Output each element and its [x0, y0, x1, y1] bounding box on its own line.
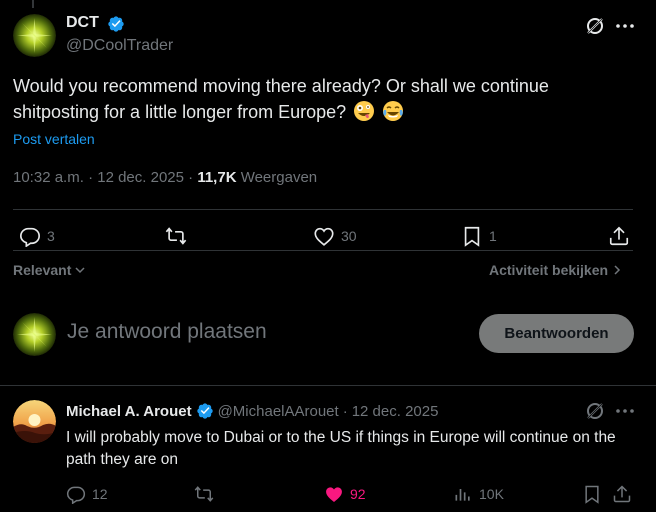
divider — [13, 250, 633, 251]
reply-date[interactable]: 12 dec. 2025 — [352, 403, 439, 420]
verified-badge-icon — [107, 15, 125, 33]
post-body: Would you recommend moving there already… — [13, 76, 549, 122]
bookmark-action-button[interactable]: 1 — [461, 225, 497, 247]
post-text: Would you recommend moving there already… — [13, 73, 633, 125]
reply-header: Michael A. Arouet @MichaelAArouet · 12 d… — [66, 402, 438, 420]
sort-relevant-dropdown[interactable]: Relevant — [13, 262, 87, 278]
reply-count: 12 — [92, 486, 108, 502]
like-action-button[interactable]: 92 — [324, 484, 366, 504]
chevron-right-icon — [614, 265, 621, 275]
thread-line — [32, 0, 34, 8]
repost-icon — [194, 486, 214, 502]
repost-action-button[interactable] — [164, 225, 188, 247]
reply-icon — [20, 227, 40, 247]
meta-separator: · — [88, 169, 94, 186]
share-icon — [613, 485, 631, 503]
bookmark-count: 1 — [489, 228, 497, 244]
post-meta: 10:32 a.m. · 12 dec. 2025 · 11,7K Weerga… — [13, 169, 317, 186]
author-handle[interactable]: @DCoolTrader — [66, 37, 173, 55]
bookmark-icon — [464, 226, 480, 247]
reply-submit-button[interactable]: Beantwoorden — [479, 314, 634, 353]
post-time[interactable]: 10:32 a.m. — [13, 169, 84, 186]
meta-separator: · — [188, 169, 194, 186]
reply-input[interactable]: Je antwoord plaatsen — [67, 320, 267, 344]
author-name[interactable]: DCT — [66, 14, 99, 32]
tears-of-joy-emoji-icon — [382, 100, 404, 122]
reply-body: I will probably move to Dubai or to the … — [66, 429, 616, 468]
reply-count: 3 — [47, 228, 55, 244]
like-action-button[interactable]: 30 — [313, 225, 357, 247]
share-icon — [609, 226, 629, 246]
share-action-button[interactable] — [612, 484, 632, 504]
post-date[interactable]: 12 dec. 2025 — [97, 169, 184, 186]
divider — [13, 209, 633, 210]
reply-author-handle[interactable]: @MichaelAArouet — [218, 403, 339, 420]
reply-icon — [66, 486, 86, 504]
grok-icon[interactable] — [585, 16, 605, 36]
reply-action-button[interactable]: 12 — [66, 484, 108, 504]
views-label: Weergaven — [240, 169, 318, 186]
analytics-icon — [455, 489, 470, 501]
repost-action-button[interactable] — [193, 484, 215, 504]
sort-label: Relevant — [13, 262, 72, 278]
bookmark-action-button[interactable] — [582, 484, 602, 504]
more-icon[interactable] — [614, 401, 636, 421]
activity-label: Activiteit bekijken — [489, 262, 609, 278]
meta-separator: · — [342, 402, 348, 420]
views-action-button[interactable]: 10K — [453, 484, 504, 504]
zany-face-emoji-icon — [353, 100, 375, 122]
bookmark-icon — [585, 485, 599, 504]
view-activity-link[interactable]: Activiteit bekijken — [489, 262, 622, 278]
translate-post-link[interactable]: Post vertalen — [13, 131, 95, 147]
views-count: 10K — [479, 486, 504, 502]
divider — [0, 385, 656, 386]
avatar — [13, 313, 56, 356]
repost-icon — [165, 227, 187, 245]
chevron-down-icon — [75, 267, 85, 274]
like-count: 30 — [341, 228, 357, 244]
avatar[interactable] — [13, 14, 56, 57]
grok-icon[interactable] — [585, 401, 605, 421]
reply-action-button[interactable]: 3 — [19, 225, 55, 247]
verified-badge-icon — [196, 403, 213, 419]
heart-icon — [314, 227, 334, 246]
avatar[interactable] — [13, 400, 56, 443]
share-action-button[interactable] — [608, 225, 630, 247]
more-icon[interactable] — [614, 16, 636, 36]
like-count: 92 — [350, 486, 366, 502]
views-count: 11,7K — [197, 169, 237, 186]
reply-author-name[interactable]: Michael A. Arouet — [66, 403, 192, 420]
heart-filled-icon — [326, 487, 342, 502]
